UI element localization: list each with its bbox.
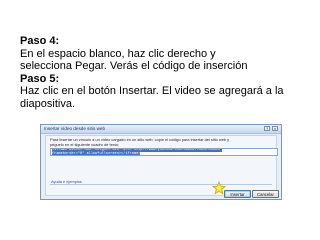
dialog-separator	[50, 184, 272, 185]
embed-code-line-2: frameborder="0" allowfullscreen></iframe…	[52, 151, 141, 156]
step-5-line-1: Haz clic en el botón Insertar. El video …	[20, 85, 284, 97]
dialog-description: Para insertar un vínculo a un vídeo carg…	[50, 137, 280, 147]
step-5-line-2: diapositiva.	[20, 97, 76, 110]
close-button[interactable]: x	[272, 126, 278, 131]
insert-button[interactable]: Insertar	[224, 190, 251, 198]
dialog-body: Para insertar un vínculo a un vídeo carg…	[45, 135, 280, 198]
instructions-text: Paso 4: En el espacio blanco, haz clic d…	[20, 35, 310, 110]
cancel-button[interactable]: Cancelar	[252, 190, 279, 198]
insert-video-dialog: Insertar vídeo desde sitio web ? x Para …	[40, 124, 282, 200]
window-controls: ? x	[264, 126, 278, 132]
step-4-title: Paso 4:	[20, 35, 60, 47]
step-5-title: Paso 5:	[20, 72, 60, 85]
dialog-title: Insertar vídeo desde sitio web	[44, 126, 106, 131]
dialog-titlebar: Insertar vídeo desde sitio web ? x	[41, 125, 281, 134]
description-line-2: péguelo en el siguiente cuadro de texto:	[50, 141, 120, 147]
help-button[interactable]: ?	[264, 126, 270, 131]
step-4-line-2: selecciona Pegar. Verás el código de ins…	[20, 60, 248, 72]
embed-code-textbox[interactable]: <iframe width="560" height="315" src="ht…	[50, 148, 278, 156]
step-4-line-1: En el espacio blanco, haz clic derecho y	[20, 47, 216, 60]
